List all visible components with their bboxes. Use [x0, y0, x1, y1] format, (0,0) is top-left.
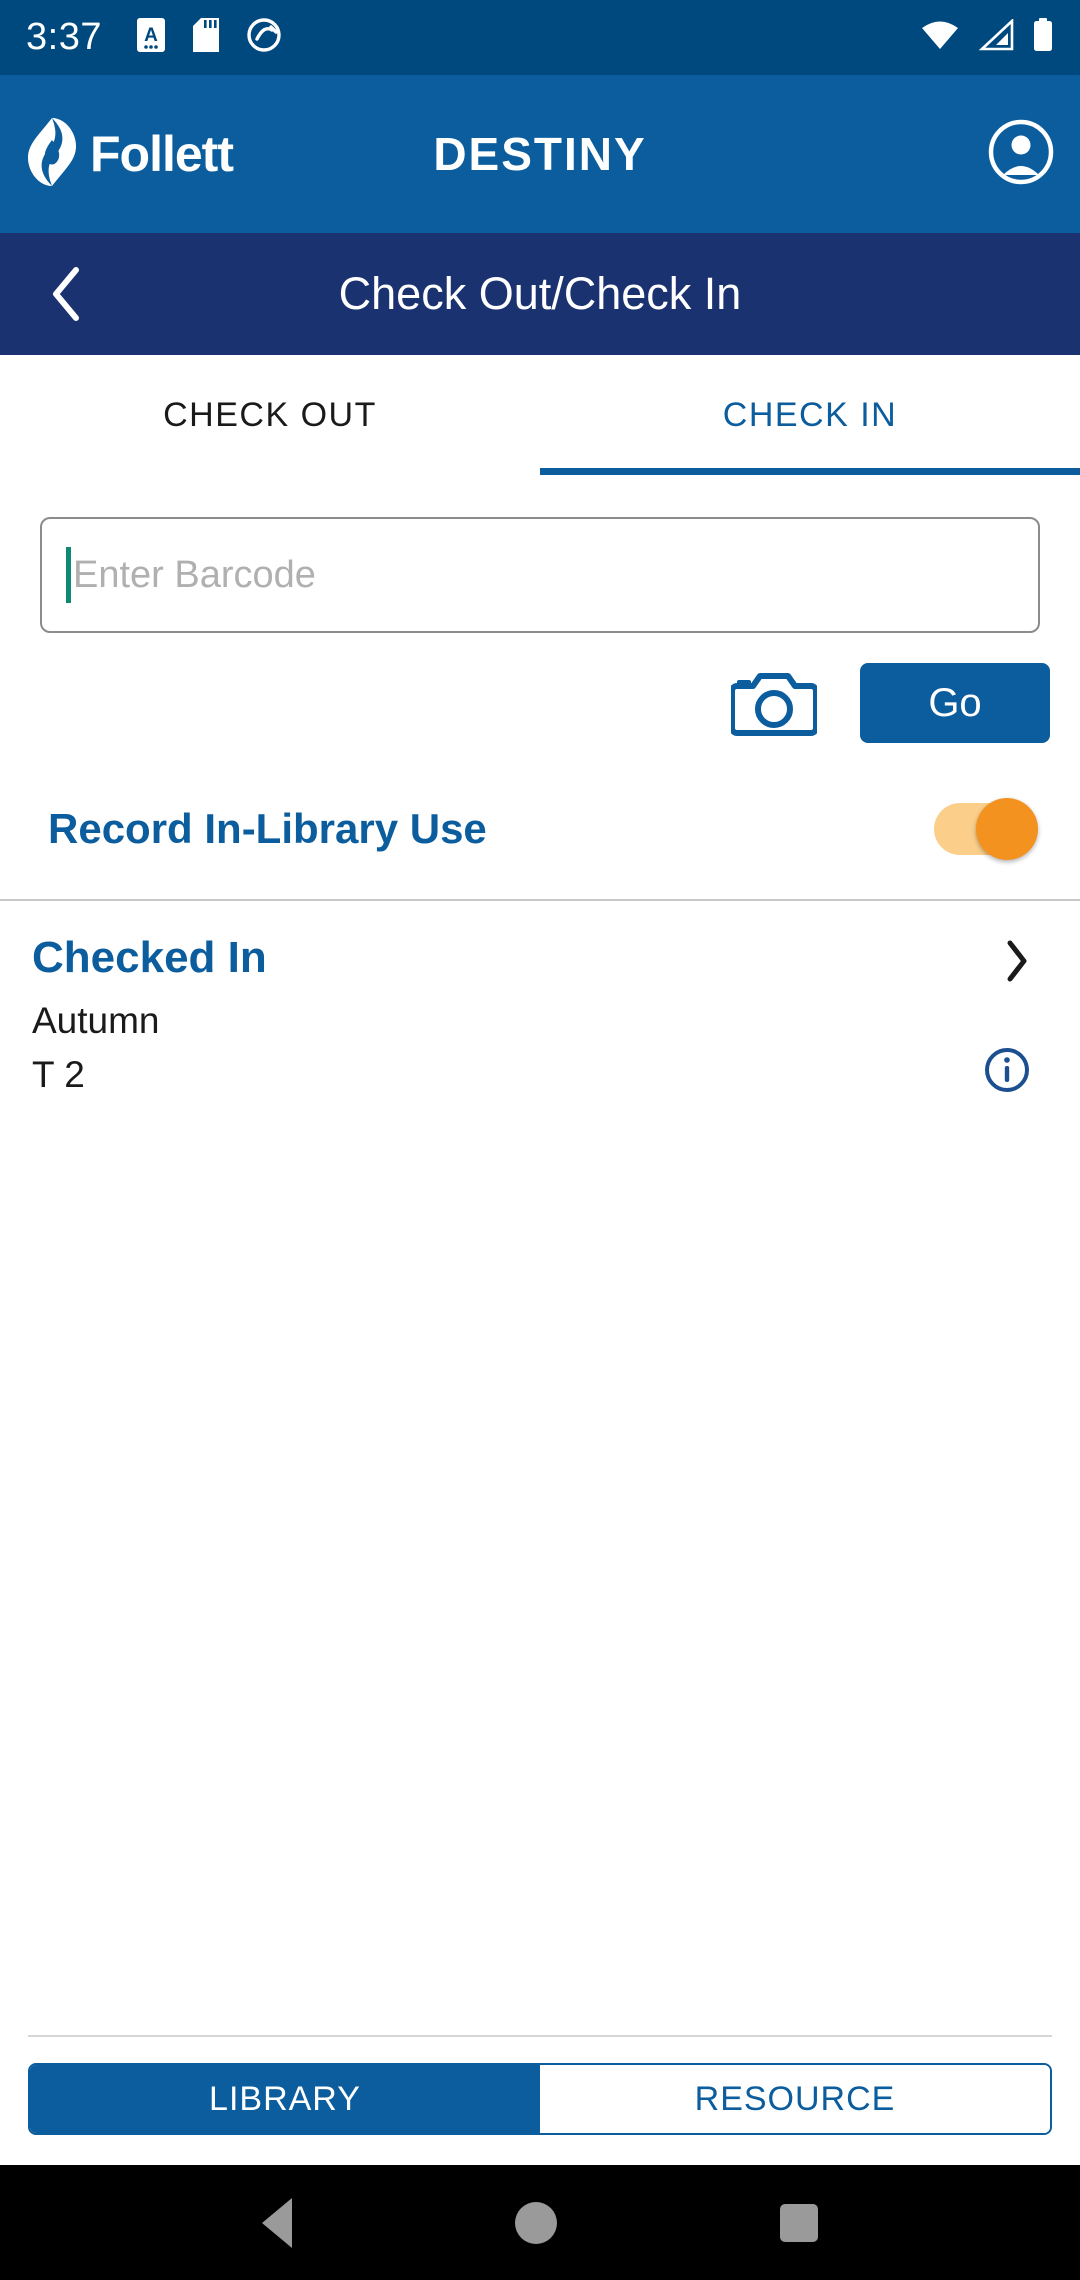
record-in-library-use-label: Record In-Library Use [48, 805, 487, 852]
bottom-bar: LIBRARY RESOURCE [0, 2011, 1080, 2165]
circle-slash-icon [246, 17, 282, 58]
checked-in-result[interactable]: Checked In Autumn T 2 [0, 901, 1080, 1096]
result-title-row: Checked In [32, 933, 1044, 988]
tab-check-out[interactable]: CHECK OUT [0, 355, 540, 475]
battery-icon [1032, 18, 1054, 57]
document-a-icon: A [136, 17, 166, 58]
text-caret [66, 547, 71, 603]
segment-library-label: LIBRARY [209, 2079, 361, 2118]
info-circle-icon[interactable] [984, 1047, 1030, 1098]
tab-check-out-label: CHECK OUT [163, 395, 377, 434]
back-button[interactable] [34, 261, 100, 327]
android-nav-bar [0, 2165, 1080, 2280]
go-button-label: Go [928, 680, 982, 725]
brand-header: Follett DESTINY [0, 75, 1080, 233]
tab-bar: CHECK OUT CHECK IN [0, 355, 1080, 475]
svg-text:A: A [144, 25, 158, 46]
follett-logo-text: Follett [90, 126, 234, 182]
library-resource-segmented-control: LIBRARY RESOURCE [28, 2063, 1052, 2135]
app-root: 3:37 A Follett DESTINY Check Out/Check I… [0, 0, 1080, 2280]
status-time: 3:37 [26, 16, 102, 58]
record-in-library-use-row: Record In-Library Use [0, 743, 1080, 860]
content-area: Enter Barcode Go Record In-Library Use C… [0, 475, 1080, 2011]
sub-header: Check Out/Check In [0, 233, 1080, 355]
result-line-1: Autumn [32, 1000, 160, 1041]
nav-home-circle-icon[interactable] [514, 2201, 557, 2244]
status-bar: 3:37 A [0, 0, 1080, 75]
camera-icon [731, 673, 817, 736]
status-right-icons [920, 18, 1054, 57]
result-status-title: Checked In [32, 933, 267, 982]
follett-flame-icon [26, 116, 78, 193]
nav-back-triangle-icon[interactable] [261, 2197, 292, 2248]
segment-resource-label: RESOURCE [694, 2079, 896, 2118]
result-line-2: T 2 [32, 1054, 85, 1095]
nav-recents-square-icon[interactable] [780, 2203, 819, 2242]
wifi-icon [920, 19, 960, 56]
account-circle-icon[interactable] [988, 119, 1054, 190]
sd-card-icon [192, 17, 220, 58]
barcode-placeholder: Enter Barcode [73, 553, 316, 596]
bottom-divider [28, 2035, 1052, 2037]
go-button[interactable]: Go [860, 663, 1050, 743]
toggle-thumb [976, 798, 1038, 860]
segment-resource[interactable]: RESOURCE [540, 2065, 1050, 2133]
action-row: Go [0, 633, 1080, 743]
chevron-right-icon[interactable] [1004, 939, 1030, 988]
barcode-row: Enter Barcode [0, 475, 1080, 633]
record-in-library-use-toggle[interactable] [934, 798, 1038, 860]
segment-library[interactable]: LIBRARY [30, 2065, 540, 2133]
tab-check-in[interactable]: CHECK IN [540, 355, 1080, 475]
barcode-input[interactable]: Enter Barcode [40, 517, 1040, 633]
chevron-left-icon [53, 267, 79, 321]
page-title: Check Out/Check In [338, 268, 742, 319]
follett-logo[interactable]: Follett [26, 116, 234, 193]
cell-signal-icon [978, 18, 1014, 56]
camera-scan-button[interactable] [728, 665, 820, 741]
tab-check-in-label: CHECK IN [722, 395, 898, 434]
status-left-icons: A [136, 17, 282, 58]
